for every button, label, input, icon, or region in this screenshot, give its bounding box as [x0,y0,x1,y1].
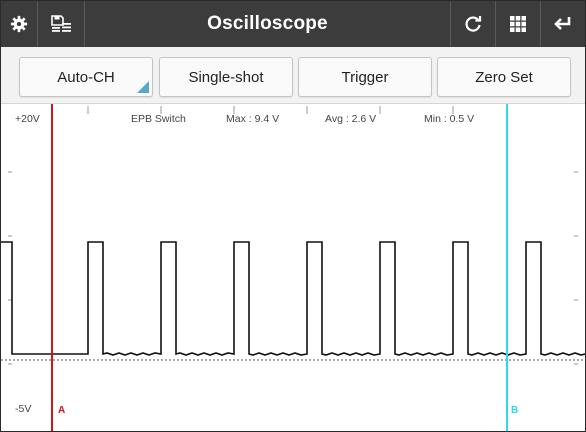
refresh-icon [465,16,482,32]
grid-button[interactable] [495,1,540,47]
waveform-trace [1,241,585,356]
waveform-plot[interactable]: +20V -5V EPB Switch Max : 9.4 V Avg : 2.… [1,104,585,431]
back-arrow-icon [554,17,571,30]
oscilloscope-window: Oscilloscope Auto-CH Single-shot Trigger… [0,0,586,432]
save-button[interactable] [38,1,85,47]
single-shot-button[interactable]: Single-shot [159,57,293,97]
min-readout: Min : 0.5 V [424,113,475,125]
cursor-b-label: B [511,405,519,416]
cursor-a-label: A [58,405,66,416]
channel-name: EPB Switch [131,113,186,125]
top-voltage-label: +20V [15,113,40,125]
bottom-voltage-label: -5V [15,403,32,415]
refresh-button[interactable] [450,1,495,47]
axis-ticks [8,106,578,365]
auto-ch-label: Auto-CH [57,68,115,86]
title-bar: Oscilloscope [1,1,585,47]
page-title: Oscilloscope [207,13,328,34]
back-button[interactable] [540,1,585,47]
save-list-icon [51,15,71,32]
avg-readout: Avg : 2.6 V [325,113,377,125]
dropdown-corner-icon [137,81,149,93]
trigger-button[interactable]: Trigger [298,57,432,97]
waveform-canvas [1,104,585,431]
max-readout: Max : 9.4 V [226,113,280,125]
trigger-label: Trigger [341,68,389,86]
auto-ch-button[interactable]: Auto-CH [19,57,153,97]
zero-set-button[interactable]: Zero Set [437,57,571,97]
settings-button[interactable] [1,1,38,47]
single-shot-label: Single-shot [188,68,264,86]
gear-icon [10,15,28,33]
grid-icon [510,16,526,32]
zero-set-label: Zero Set [475,68,533,86]
action-toolbar: Auto-CH Single-shot Trigger Zero Set [1,47,585,104]
